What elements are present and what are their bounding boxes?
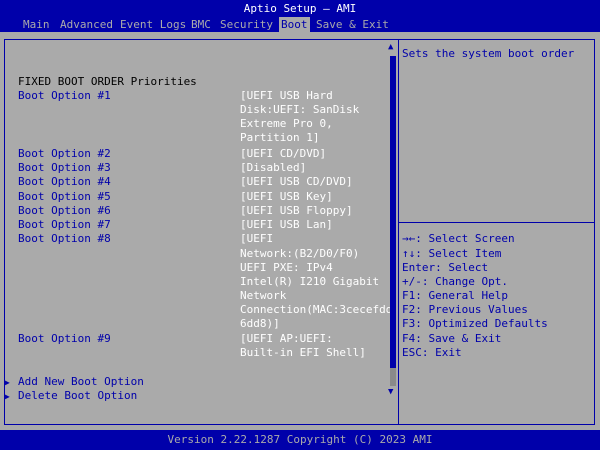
boot-option-8-value[interactable]: Intel(R) I210 Gigabit <box>240 275 379 289</box>
help-divider <box>399 222 595 223</box>
boot-option-5-value[interactable]: [UEFI USB Key] <box>240 190 333 204</box>
boot-option-2-label[interactable]: Boot Option #2 <box>18 147 111 161</box>
boot-option-1-value[interactable]: [UEFI USB Hard <box>240 89 333 103</box>
tab-save-exit[interactable]: Save & Exit <box>314 17 391 32</box>
key-hint: →←: Select Screen <box>402 232 515 245</box>
key-hint: Enter: Select <box>402 261 489 274</box>
boot-option-7-value[interactable]: [UEFI USB Lan] <box>240 218 333 232</box>
boot-option-8-value[interactable]: Network <box>240 289 286 303</box>
key-hint: ↑↓: Select Item <box>402 247 502 260</box>
key-hint: +/-: Change Opt. <box>402 275 508 288</box>
boot-option-6-label[interactable]: Boot Option #6 <box>18 204 111 218</box>
boot-option-1-value[interactable]: Extreme Pro 0, <box>240 117 333 131</box>
version-footer: Version 2.22.1287 Copyright (C) 2023 AMI <box>0 430 600 450</box>
boot-option-4-value[interactable]: [UEFI USB CD/DVD] <box>240 175 353 189</box>
key-hint: F1: General Help <box>402 289 508 302</box>
boot-option-8-value[interactable]: 6dd8)] <box>240 317 280 331</box>
menu-bar: Main Advanced Event Logs BMC Security Bo… <box>0 17 600 32</box>
boot-option-1-value[interactable]: Partition 1] <box>240 131 319 145</box>
key-hint: F4: Save & Exit <box>402 332 502 345</box>
boot-option-4-label[interactable]: Boot Option #4 <box>18 175 111 189</box>
boot-option-9-label[interactable]: Boot Option #9 <box>18 332 111 346</box>
key-hint: F3: Optimized Defaults <box>402 317 548 330</box>
scrollbar-track[interactable] <box>390 368 396 386</box>
boot-option-3-label[interactable]: Boot Option #3 <box>18 161 111 175</box>
tab-main[interactable]: Main <box>21 17 52 32</box>
scroll-down-icon[interactable]: ▼ <box>388 387 393 397</box>
tab-event-logs[interactable]: Event Logs <box>118 17 188 32</box>
tab-security[interactable]: Security <box>218 17 275 32</box>
tab-advanced[interactable]: Advanced <box>58 17 115 32</box>
setup-content: FIXED BOOT ORDER Priorities Boot Option … <box>0 32 600 430</box>
boot-option-6-value[interactable]: [UEFI USB Floppy] <box>240 204 353 218</box>
boot-option-7-label[interactable]: Boot Option #7 <box>18 218 111 232</box>
panel-divider <box>398 39 399 425</box>
scrollbar-thumb[interactable] <box>390 56 396 368</box>
add-new-boot-option[interactable]: Add New Boot Option <box>18 375 144 389</box>
delete-boot-option[interactable]: Delete Boot Option <box>18 389 137 403</box>
submenu-arrow-icon: ▶ <box>5 392 10 401</box>
tab-boot[interactable]: Boot <box>279 17 310 32</box>
section-title: FIXED BOOT ORDER Priorities <box>18 75 197 88</box>
window-title: Aptio Setup – AMI <box>243 2 357 15</box>
boot-option-8-value[interactable]: Connection(MAC:3cecefdd <box>240 303 392 317</box>
help-description: Sets the system boot order <box>402 47 575 60</box>
boot-option-5-label[interactable]: Boot Option #5 <box>18 190 111 204</box>
submenu-arrow-icon: ▶ <box>5 378 10 387</box>
boot-option-9-value[interactable]: Built-in EFI Shell] <box>240 346 366 360</box>
boot-option-9-value[interactable]: [UEFI AP:UEFI: <box>240 332 333 346</box>
key-hint: ESC: Exit <box>402 346 462 359</box>
boot-option-8-label[interactable]: Boot Option #8 <box>18 232 111 246</box>
boot-option-8-value[interactable]: UEFI PXE: IPv4 <box>240 261 333 275</box>
boot-option-8-value[interactable]: Network:(B2/D0/F0) <box>240 247 359 261</box>
key-hint: F2: Previous Values <box>402 303 528 316</box>
tab-bmc[interactable]: BMC <box>189 17 213 32</box>
boot-option-1-label[interactable]: Boot Option #1 <box>18 89 111 103</box>
boot-option-3-value[interactable]: [Disabled] <box>240 161 306 175</box>
boot-option-1-value[interactable]: Disk:UEFI: SanDisk <box>240 103 359 117</box>
boot-option-8-value[interactable]: [UEFI <box>240 232 273 246</box>
scroll-up-icon[interactable]: ▲ <box>388 42 393 52</box>
boot-option-2-value[interactable]: [UEFI CD/DVD] <box>240 147 326 161</box>
